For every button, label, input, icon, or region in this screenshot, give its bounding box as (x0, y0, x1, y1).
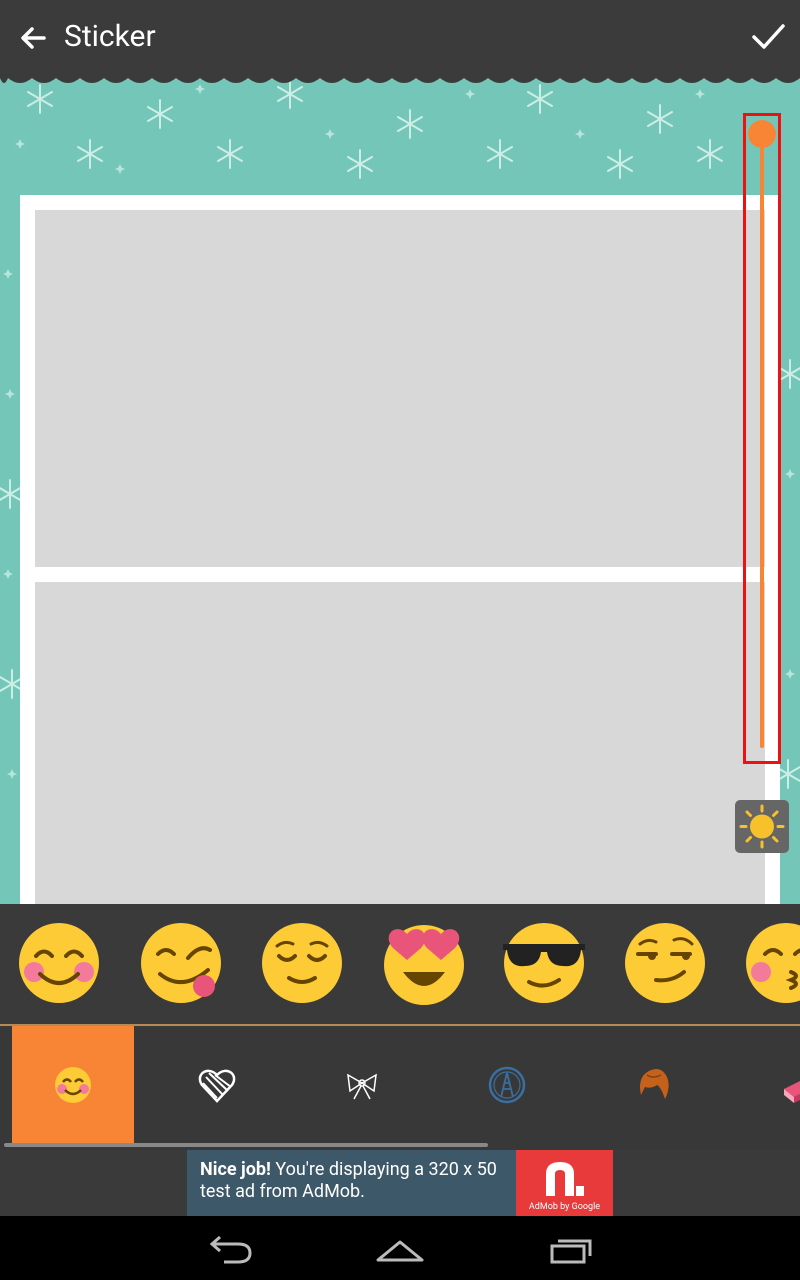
cake-icon (784, 1081, 800, 1103)
scribble-heart-icon (198, 1069, 236, 1103)
bow-icon (347, 1073, 377, 1100)
category-tab-emoji[interactable] (12, 1026, 134, 1143)
photo-collage-frame (20, 195, 780, 904)
slider-track[interactable] (760, 132, 764, 748)
nav-recents-icon[interactable] (540, 1228, 600, 1268)
slider-knob[interactable] (748, 120, 776, 148)
ad-bar: Nice job! You're displaying a 320 x 50 t… (0, 1150, 800, 1216)
heart-eyes-emoji[interactable] (381, 920, 467, 1006)
smirking-face-emoji[interactable] (622, 920, 708, 1006)
face-savoring-food-emoji[interactable] (138, 920, 224, 1006)
size-slider[interactable] (743, 113, 781, 764)
nav-back-icon[interactable] (200, 1228, 260, 1268)
category-tab-hair[interactable] (592, 1026, 714, 1143)
relieved-face-emoji[interactable] (259, 920, 345, 1006)
nav-home-icon[interactable] (370, 1228, 430, 1268)
ad-brand-label: AdMob by Google (528, 1202, 601, 1212)
app-bar: Sticker (0, 0, 800, 74)
sticker-strip[interactable] (0, 904, 800, 1024)
sticker-canvas[interactable] (0, 74, 800, 904)
sunglasses-face-emoji[interactable] (501, 920, 587, 1006)
sun-icon (739, 804, 785, 849)
brightness-button[interactable] (735, 800, 789, 853)
category-scrollbar[interactable] (4, 1143, 488, 1147)
category-tab-cake[interactable] (737, 1026, 800, 1143)
category-tab-stamps[interactable] (446, 1026, 568, 1143)
category-tab-hearts[interactable] (156, 1026, 278, 1143)
smiling-face-blushing-emoji[interactable] (16, 920, 102, 1006)
eiffel-stamp-icon (488, 1066, 526, 1104)
ad-headline: Nice job! (200, 1159, 271, 1180)
admob-logo: AdMob by Google (516, 1150, 613, 1216)
wig-icon (640, 1069, 669, 1099)
category-tab-bows[interactable] (301, 1026, 423, 1143)
system-nav-bar (0, 1216, 800, 1280)
checkmark-icon[interactable] (748, 16, 788, 56)
admob-banner[interactable]: Nice job! You're displaying a 320 x 50 t… (187, 1150, 613, 1216)
photo-slot-1[interactable] (35, 210, 765, 567)
smiley-icon (55, 1067, 91, 1103)
page-title: Sticker (64, 19, 156, 54)
arrow-back-icon[interactable] (14, 18, 54, 58)
kissing-face-emoji[interactable] (743, 920, 800, 1006)
sticker-category-bar (0, 1026, 800, 1150)
ad-text: Nice job! You're displaying a 320 x 50 t… (200, 1159, 518, 1203)
photo-slot-2[interactable] (35, 582, 765, 904)
lace-border (0, 74, 800, 83)
sticker-screen: Sticker Nice job! You're displaying a 32… (0, 0, 800, 1280)
